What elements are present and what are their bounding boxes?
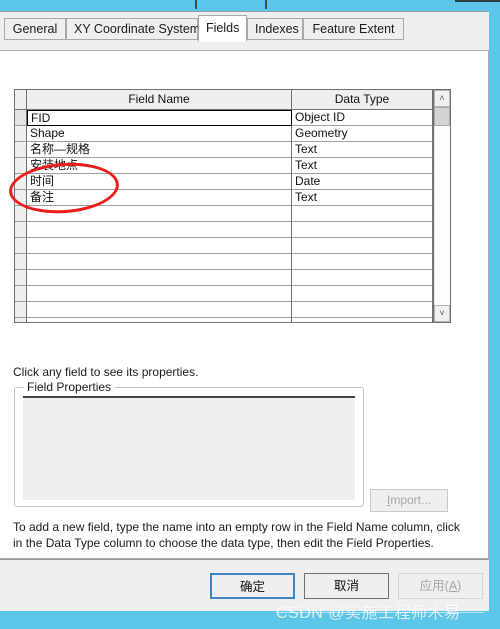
- table-row[interactable]: [15, 286, 433, 302]
- apply-button[interactable]: 应用(A): [398, 573, 483, 599]
- cell-field-name[interactable]: 时间: [27, 174, 292, 190]
- cell-data-type[interactable]: [292, 222, 433, 238]
- window-frame: General XY Coordinate System Fields Inde…: [0, 0, 500, 629]
- scroll-up-button[interactable]: ˄: [434, 90, 450, 107]
- cancel-button[interactable]: 取消: [304, 573, 389, 599]
- fields-grid-header: Field Name Data Type: [15, 90, 433, 110]
- cell-field-name[interactable]: [27, 302, 292, 318]
- import-button[interactable]: Import...: [370, 489, 448, 512]
- watermark-strike: [276, 612, 484, 613]
- table-row[interactable]: [15, 222, 433, 238]
- row-selector[interactable]: [15, 270, 27, 286]
- cell-data-type[interactable]: [292, 302, 433, 318]
- table-row[interactable]: 名称—规格 Text: [15, 142, 433, 158]
- table-row[interactable]: 时间 Date: [15, 174, 433, 190]
- scrollbar-track[interactable]: [434, 126, 450, 305]
- tab-indexes[interactable]: Indexes: [247, 18, 303, 40]
- title-bar-underline: [455, 0, 500, 2]
- cell-data-type[interactable]: Geometry: [292, 126, 433, 142]
- row-selector[interactable]: [15, 286, 27, 302]
- add-field-hint: To add a new field, type the name into a…: [13, 519, 463, 551]
- ok-button[interactable]: 确定: [210, 573, 295, 599]
- chevron-up-icon: ˄: [439, 93, 445, 103]
- tab-feature-extent[interactable]: Feature Extent: [303, 18, 404, 40]
- fields-tab-panel: Field Name Data Type FID Object ID Shape…: [0, 50, 489, 559]
- cell-field-name[interactable]: FID: [27, 110, 292, 126]
- cell-field-name[interactable]: 安装地点: [27, 158, 292, 174]
- cell-field-name[interactable]: [27, 270, 292, 286]
- cell-data-type[interactable]: Object ID: [292, 110, 433, 126]
- table-row[interactable]: [15, 238, 433, 254]
- cell-data-type[interactable]: [292, 318, 433, 322]
- row-selector[interactable]: [15, 110, 27, 126]
- cell-field-name[interactable]: 备注: [27, 190, 292, 206]
- cell-data-type[interactable]: [292, 286, 433, 302]
- tab-strip: General XY Coordinate System Fields Inde…: [0, 15, 489, 42]
- title-bar-strip: [0, 0, 500, 11]
- title-bar-tick: [195, 0, 197, 9]
- cell-data-type[interactable]: [292, 206, 433, 222]
- row-selector[interactable]: [15, 238, 27, 254]
- fields-grid[interactable]: Field Name Data Type FID Object ID Shape…: [14, 89, 451, 323]
- title-bar-tick: [265, 0, 267, 9]
- row-selector[interactable]: [15, 174, 27, 190]
- scrollbar-thumb[interactable]: [434, 107, 450, 126]
- field-properties-list[interactable]: [23, 396, 355, 500]
- cell-data-type[interactable]: [292, 254, 433, 270]
- field-properties-legend: Field Properties: [23, 380, 116, 394]
- row-selector[interactable]: [15, 206, 27, 222]
- apply-accelerator: A: [448, 579, 458, 593]
- table-row[interactable]: FID Object ID: [15, 110, 433, 126]
- grid-corner-header: [15, 90, 27, 110]
- scroll-down-button[interactable]: ˅: [434, 305, 450, 322]
- row-selector[interactable]: [15, 190, 27, 206]
- row-selector[interactable]: [15, 222, 27, 238]
- feature-class-properties-dialog: General XY Coordinate System Fields Inde…: [0, 11, 489, 611]
- cell-field-name[interactable]: [27, 286, 292, 302]
- import-button-label: mport...: [390, 493, 432, 507]
- cell-data-type[interactable]: Date: [292, 174, 433, 190]
- grid-vertical-scrollbar[interactable]: ˄ ˅: [433, 90, 450, 322]
- table-row[interactable]: [15, 270, 433, 286]
- field-properties-group: Field Properties: [14, 380, 364, 507]
- fields-grid-viewport[interactable]: Field Name Data Type FID Object ID Shape…: [15, 90, 433, 322]
- cell-data-type[interactable]: Text: [292, 190, 433, 206]
- row-selector[interactable]: [15, 142, 27, 158]
- add-field-hint-line2: the Data Type column to choose the data …: [25, 536, 434, 550]
- table-row[interactable]: [15, 318, 433, 322]
- click-field-hint: Click any field to see its properties.: [13, 365, 199, 379]
- cell-field-name[interactable]: [27, 222, 292, 238]
- watermark: CSDN @实施工程师木易: [276, 605, 461, 622]
- row-selector[interactable]: [15, 302, 27, 318]
- cell-field-name[interactable]: Shape: [27, 126, 292, 142]
- cell-data-type[interactable]: [292, 238, 433, 254]
- row-selector[interactable]: [15, 254, 27, 270]
- table-row[interactable]: 安装地点 Text: [15, 158, 433, 174]
- table-row[interactable]: [15, 302, 433, 318]
- tab-fields[interactable]: Fields: [198, 15, 247, 42]
- tab-xy-coordinate-system[interactable]: XY Coordinate System: [66, 18, 200, 40]
- cell-data-type[interactable]: Text: [292, 142, 433, 158]
- row-selector[interactable]: [15, 318, 27, 322]
- cell-field-name[interactable]: 名称—规格: [27, 142, 292, 158]
- column-header-field-name[interactable]: Field Name: [27, 90, 292, 110]
- apply-label-suffix: ): [457, 579, 462, 593]
- table-row[interactable]: 备注 Text: [15, 190, 433, 206]
- cell-field-name[interactable]: [27, 254, 292, 270]
- chevron-down-icon: ˅: [439, 308, 445, 318]
- cell-field-name[interactable]: [27, 318, 292, 322]
- table-row[interactable]: [15, 254, 433, 270]
- apply-label-prefix: 应用(: [419, 579, 449, 593]
- cell-field-name[interactable]: [27, 206, 292, 222]
- column-header-data-type[interactable]: Data Type: [292, 90, 433, 110]
- table-row[interactable]: [15, 206, 433, 222]
- cell-field-name[interactable]: [27, 238, 292, 254]
- cell-data-type[interactable]: [292, 270, 433, 286]
- cell-data-type[interactable]: Text: [292, 158, 433, 174]
- tab-general[interactable]: General: [4, 18, 66, 40]
- row-selector[interactable]: [15, 126, 27, 142]
- table-row[interactable]: Shape Geometry: [15, 126, 433, 142]
- row-selector[interactable]: [15, 158, 27, 174]
